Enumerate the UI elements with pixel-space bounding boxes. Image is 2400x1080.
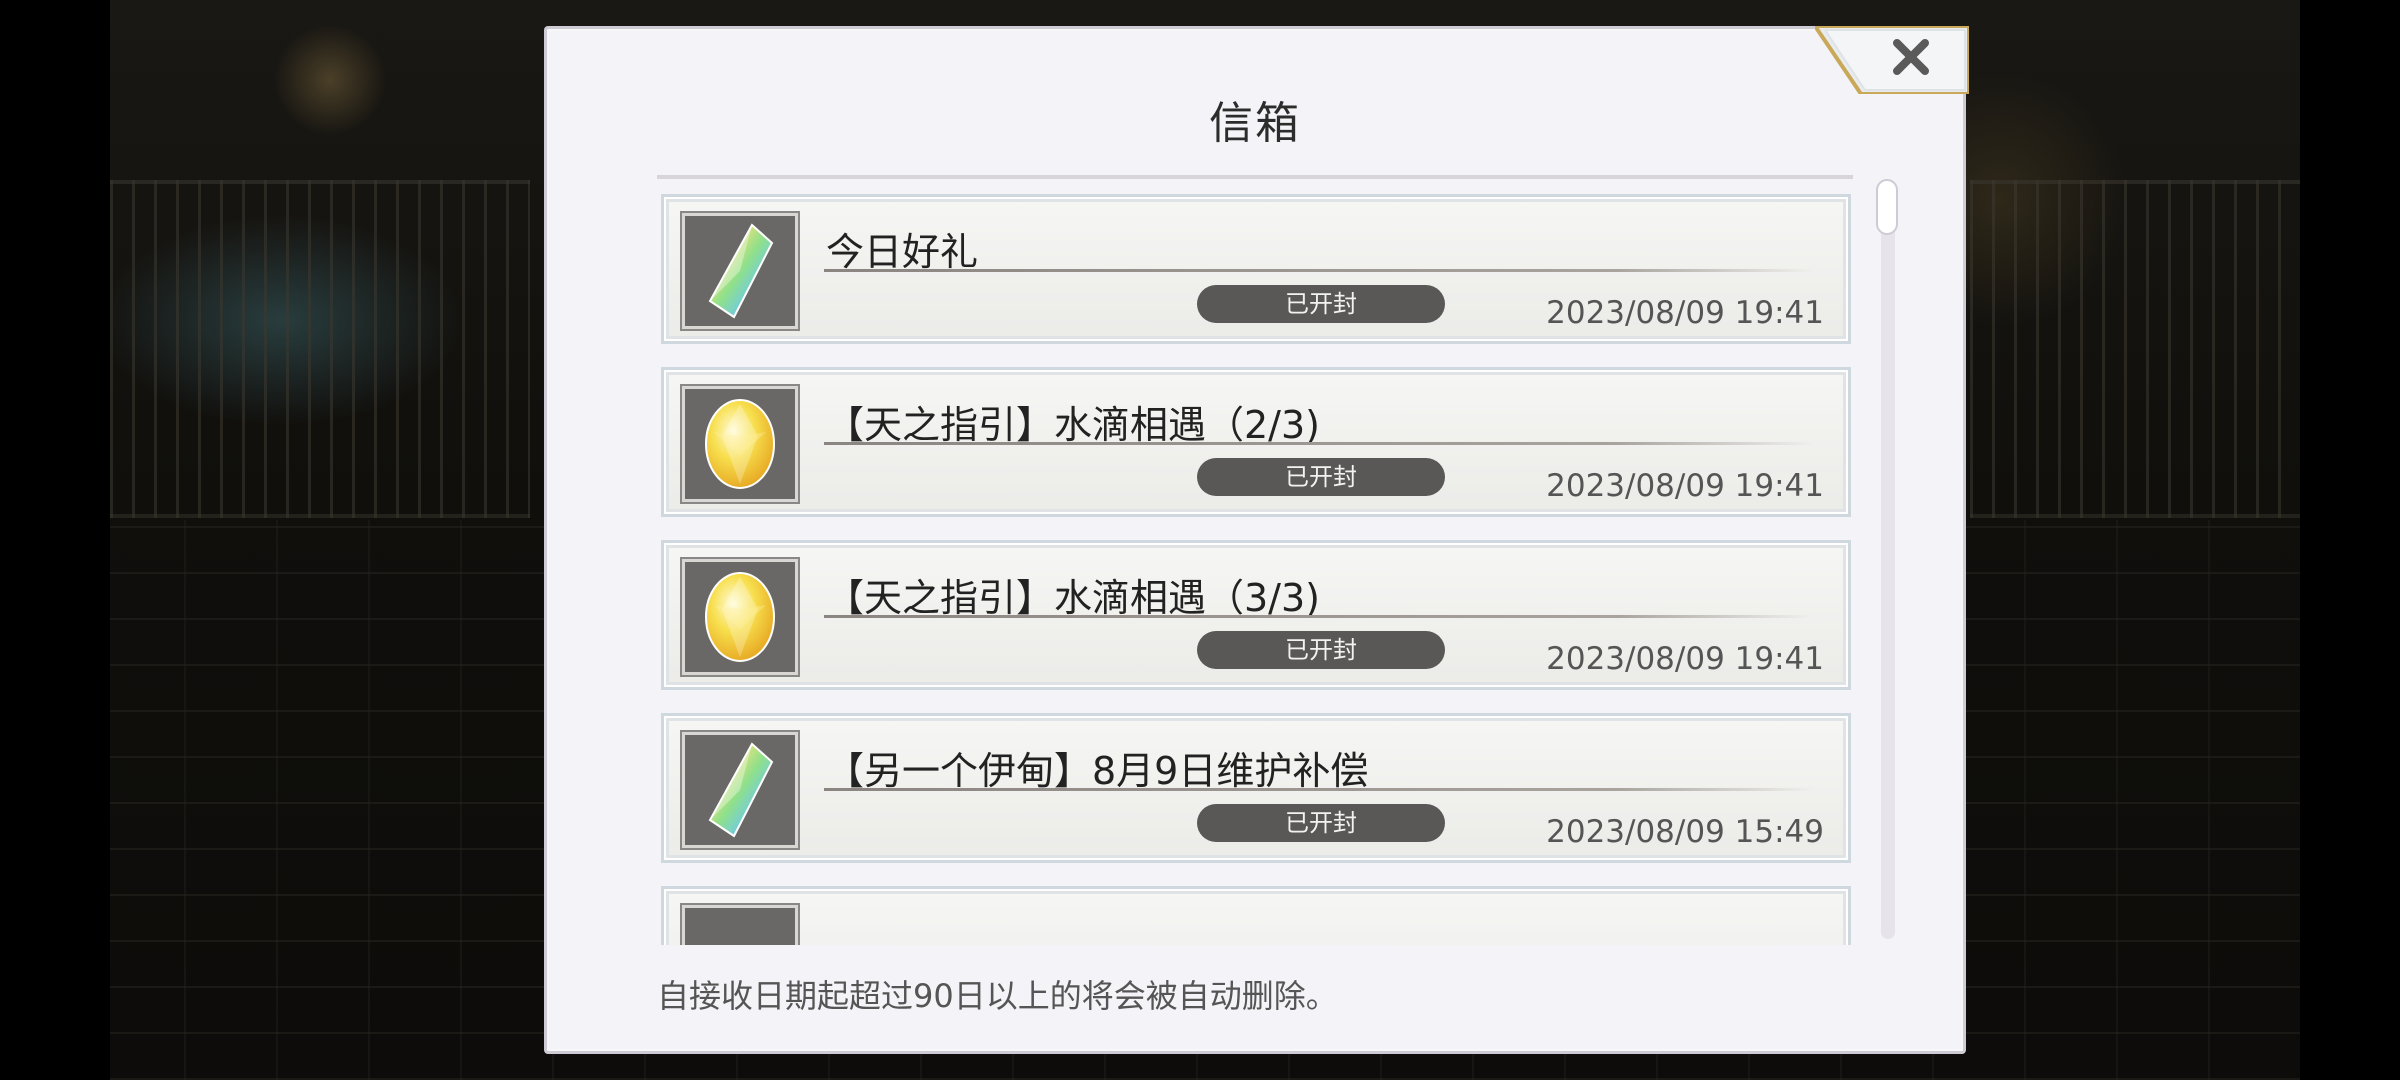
mail-item[interactable]: 【天之指引】水滴相遇（2/3) 已开封 2023/08/09 19:41 — [661, 367, 1851, 517]
rainbow-crystal-icon — [708, 223, 774, 319]
golden-gem-icon — [705, 572, 775, 662]
golden-gem-icon — [705, 399, 775, 489]
list-top-divider — [657, 175, 1853, 179]
mail-title: 【天之指引】水滴相遇（3/3) — [826, 576, 1320, 620]
item-icon-frame — [682, 559, 798, 675]
mail-list[interactable]: 今日好礼 已开封 2023/08/09 19:41 【天之指引】水滴相遇（2/3… — [657, 175, 1853, 945]
title-underline — [824, 269, 1814, 272]
letterbox-right — [2300, 0, 2400, 1080]
close-x-icon — [1815, 26, 1969, 94]
status-badge: 已开封 — [1197, 804, 1445, 842]
dialog-title: 信箱 — [1209, 98, 1301, 149]
title-underline — [824, 615, 1814, 618]
iron-fence-left — [110, 180, 530, 518]
close-button[interactable] — [1815, 26, 1969, 94]
mail-item[interactable]: 今日好礼 已开封 2023/08/09 19:41 — [661, 194, 1851, 344]
scrollbar-thumb[interactable] — [1876, 179, 1898, 235]
title-underline — [824, 788, 1814, 791]
auto-delete-notice: 自接收日期起超过90日以上的将会被自动删除。 — [657, 977, 1338, 1015]
item-icon-frame — [682, 905, 798, 945]
mail-title: 【天之指引】水滴相遇（2/3) — [826, 403, 1320, 447]
mail-title: 今日好礼 — [826, 230, 979, 274]
item-icon-frame — [682, 213, 798, 329]
item-icon-frame — [682, 386, 798, 502]
mail-date: 2023/08/09 19:41 — [1546, 468, 1824, 504]
status-badge: 已开封 — [1197, 458, 1445, 496]
iron-fence-right — [1970, 180, 2300, 518]
item-icon-frame — [682, 732, 798, 848]
rainbow-crystal-icon — [708, 742, 774, 838]
letterbox-left — [0, 0, 110, 1080]
mail-date: 2023/08/09 19:41 — [1546, 295, 1824, 331]
mail-item-partial[interactable] — [661, 886, 1851, 945]
mailbox-dialog: 信箱 今日好礼 已开封 2023/08/09 19:41 【天之指引】水滴相遇（… — [544, 26, 1969, 1054]
mail-title: 【另一个伊甸】8月9日维护补偿 — [826, 749, 1369, 793]
scrollbar-track[interactable] — [1881, 183, 1895, 939]
status-badge: 已开封 — [1197, 285, 1445, 323]
mail-date: 2023/08/09 19:41 — [1546, 641, 1824, 677]
mail-date: 2023/08/09 15:49 — [1546, 814, 1824, 850]
mail-item[interactable]: 【天之指引】水滴相遇（3/3) 已开封 2023/08/09 19:41 — [661, 540, 1851, 690]
mail-item[interactable]: 【另一个伊甸】8月9日维护补偿 已开封 2023/08/09 15:49 — [661, 713, 1851, 863]
title-underline — [824, 442, 1814, 445]
status-badge: 已开封 — [1197, 631, 1445, 669]
